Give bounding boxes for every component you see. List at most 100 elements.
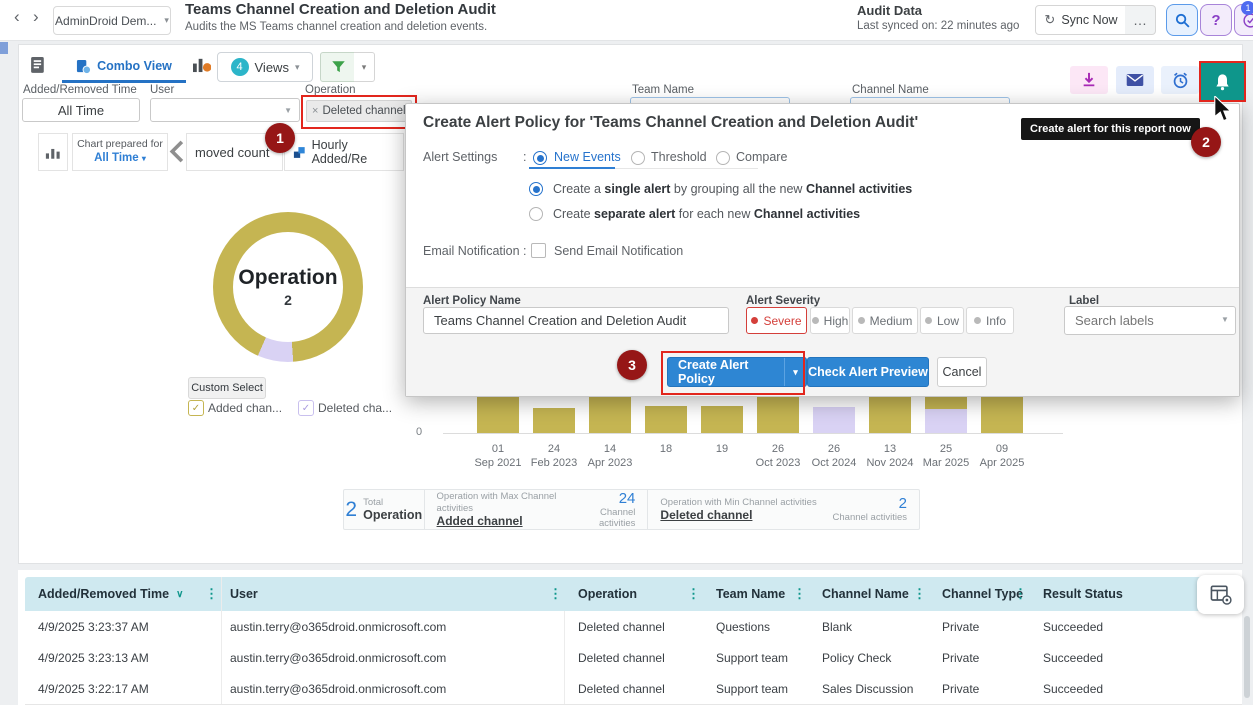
send-email-checkbox[interactable]: [531, 243, 546, 258]
table-row[interactable]: 4/9/2025 3:22:17 AMaustin.terry@o365droi…: [25, 673, 1242, 705]
remove-chip-icon[interactable]: ×: [312, 105, 318, 117]
search-button[interactable]: [1166, 4, 1198, 36]
column-header-channel-type[interactable]: Channel Type⋮: [929, 577, 1030, 611]
operation-filter-chip[interactable]: × Deleted channel: [306, 100, 412, 122]
callout-step-3: 3: [617, 350, 647, 380]
filter-dropdown-button[interactable]: ▾: [354, 52, 375, 82]
radio-separate-alert[interactable]: [529, 207, 543, 221]
separate-alert-option-label[interactable]: Create separate alert for each new Chann…: [553, 207, 860, 221]
sync-now-button[interactable]: ↻ Sync Now: [1035, 5, 1127, 35]
views-label: Views: [255, 60, 289, 75]
schedule-button[interactable]: [1161, 66, 1199, 94]
radio-new-events[interactable]: [533, 151, 547, 165]
stacked-chart-icon: [293, 146, 306, 159]
alert-severity-label: Alert Severity: [746, 295, 820, 307]
column-header-team[interactable]: Team Name⋮: [703, 577, 809, 611]
column-settings-button[interactable]: [1197, 575, 1244, 614]
bar-chart-icon: [45, 145, 61, 160]
severity-severe[interactable]: Severe: [746, 307, 807, 334]
workspace-selector[interactable]: AdminDroid Dem... ▾: [53, 6, 171, 35]
page-title: Teams Channel Creation and Deletion Audi…: [185, 1, 496, 18]
side-panel-handle[interactable]: [0, 42, 8, 54]
audit-data-label: Audit Data: [857, 3, 922, 18]
chart-period-selector[interactable]: Chart prepared for All Time ▾: [72, 133, 168, 171]
donut-center-value: 2: [284, 292, 292, 308]
more-options-button[interactable]: …: [1125, 5, 1156, 35]
active-radio-underline: [529, 167, 615, 169]
filter-label-channel: Channel Name: [852, 84, 929, 96]
severity-high[interactable]: High: [810, 307, 850, 334]
user-filter-dropdown[interactable]: ▼: [150, 98, 300, 122]
tab-removed-count-label: moved count: [195, 145, 269, 160]
cancel-button[interactable]: Cancel: [937, 357, 987, 387]
radio-compare[interactable]: [716, 151, 730, 165]
time-filter-input[interactable]: All Time: [22, 98, 140, 122]
mail-icon: [1126, 73, 1144, 87]
filter-label-user: User: [150, 84, 174, 96]
radio-threshold-label[interactable]: Threshold: [651, 150, 707, 164]
column-menu-icon[interactable]: ⋮: [913, 586, 926, 602]
filter-button[interactable]: [320, 52, 356, 82]
table-row[interactable]: 4/9/2025 3:23:37 AMaustin.terry@o365droi…: [25, 611, 1242, 643]
workspace-name: AdminDroid Dem...: [55, 14, 156, 28]
combo-view-icon: [76, 59, 91, 74]
severity-low[interactable]: Low: [920, 307, 964, 334]
bar-chart-plot: [0, 397, 1100, 433]
tab-hourly-added-removed[interactable]: Hourly Added/Re: [284, 133, 404, 171]
app-window: ‹ › AdminDroid Dem... ▾ Teams Channel Cr…: [0, 0, 1253, 705]
policy-name-input[interactable]: [423, 307, 729, 334]
column-header-channel[interactable]: Channel Name⋮: [809, 577, 929, 611]
select-caret-icon: ▼: [284, 106, 292, 115]
chart-view-icon[interactable]: [192, 56, 211, 78]
max-operation-link[interactable]: Added channel: [437, 514, 572, 528]
bar-segment: [477, 397, 519, 433]
back-icon[interactable]: ‹: [14, 7, 20, 27]
policy-name-label: Alert Policy Name: [423, 295, 521, 307]
severity-dot: [925, 317, 932, 324]
views-dropdown[interactable]: 4 Views ▾: [217, 52, 313, 82]
table-row[interactable]: 4/9/2025 3:23:13 AMaustin.terry@o365droi…: [25, 642, 1242, 674]
forward-icon[interactable]: ›: [33, 7, 39, 27]
column-header-time[interactable]: Added/Removed Time ∨ ⋮: [25, 577, 222, 611]
max-value: 24: [572, 490, 635, 507]
column-menu-icon[interactable]: ⋮: [205, 586, 218, 602]
caret-down-icon: ▾: [295, 62, 300, 73]
operation-donut-chart[interactable]: Operation 2: [213, 212, 363, 362]
colon: :: [523, 244, 526, 258]
radio-threshold[interactable]: [631, 151, 645, 165]
column-header-operation[interactable]: Operation⋮: [565, 577, 703, 611]
radio-single-alert[interactable]: [529, 182, 543, 196]
email-button[interactable]: [1116, 66, 1154, 94]
tab-combo-view[interactable]: Combo View: [62, 52, 186, 83]
bell-icon: [1214, 73, 1231, 91]
report-view-icon[interactable]: [30, 56, 47, 80]
data-grid: Added/Removed Time ∨ ⋮ User⋮ Operation⋮ …: [18, 570, 1242, 705]
help-button[interactable]: ?: [1200, 4, 1232, 36]
severity-info[interactable]: Info: [966, 307, 1014, 334]
radio-compare-label[interactable]: Compare: [736, 150, 787, 164]
radio-new-events-label[interactable]: New Events: [554, 150, 621, 164]
single-alert-option-label[interactable]: Create a single alert by grouping all th…: [553, 182, 912, 196]
sync-icon: ↻: [1044, 12, 1055, 28]
table-scrollbar[interactable]: [1244, 616, 1250, 698]
min-operation-link[interactable]: Deleted channel: [660, 508, 816, 522]
column-menu-icon[interactable]: ⋮: [1014, 586, 1027, 602]
send-email-label[interactable]: Send Email Notification: [554, 244, 683, 258]
severity-medium[interactable]: Medium: [852, 307, 918, 334]
check-alert-preview-button[interactable]: Check Alert Preview: [807, 357, 929, 387]
chart-type-button[interactable]: [38, 133, 68, 171]
column-menu-icon[interactable]: ⋮: [793, 586, 806, 602]
custom-select-button[interactable]: Custom Select: [188, 377, 266, 399]
label-search-input[interactable]: [1064, 306, 1236, 335]
column-menu-icon[interactable]: ⋮: [549, 586, 562, 602]
chart-tabs-scroll-left[interactable]: [169, 139, 184, 169]
operation-chip-label: Deleted channel: [322, 105, 405, 117]
column-menu-icon[interactable]: ⋮: [687, 586, 700, 602]
sort-down-icon[interactable]: ∨: [176, 589, 183, 600]
total-operations-value: 2: [345, 498, 357, 522]
bar-segment: [757, 397, 799, 433]
callout-box-create-button: [661, 351, 805, 395]
column-header-user[interactable]: User⋮: [222, 577, 565, 611]
max-unit: Channel activities: [572, 507, 635, 530]
download-button[interactable]: [1070, 66, 1108, 94]
